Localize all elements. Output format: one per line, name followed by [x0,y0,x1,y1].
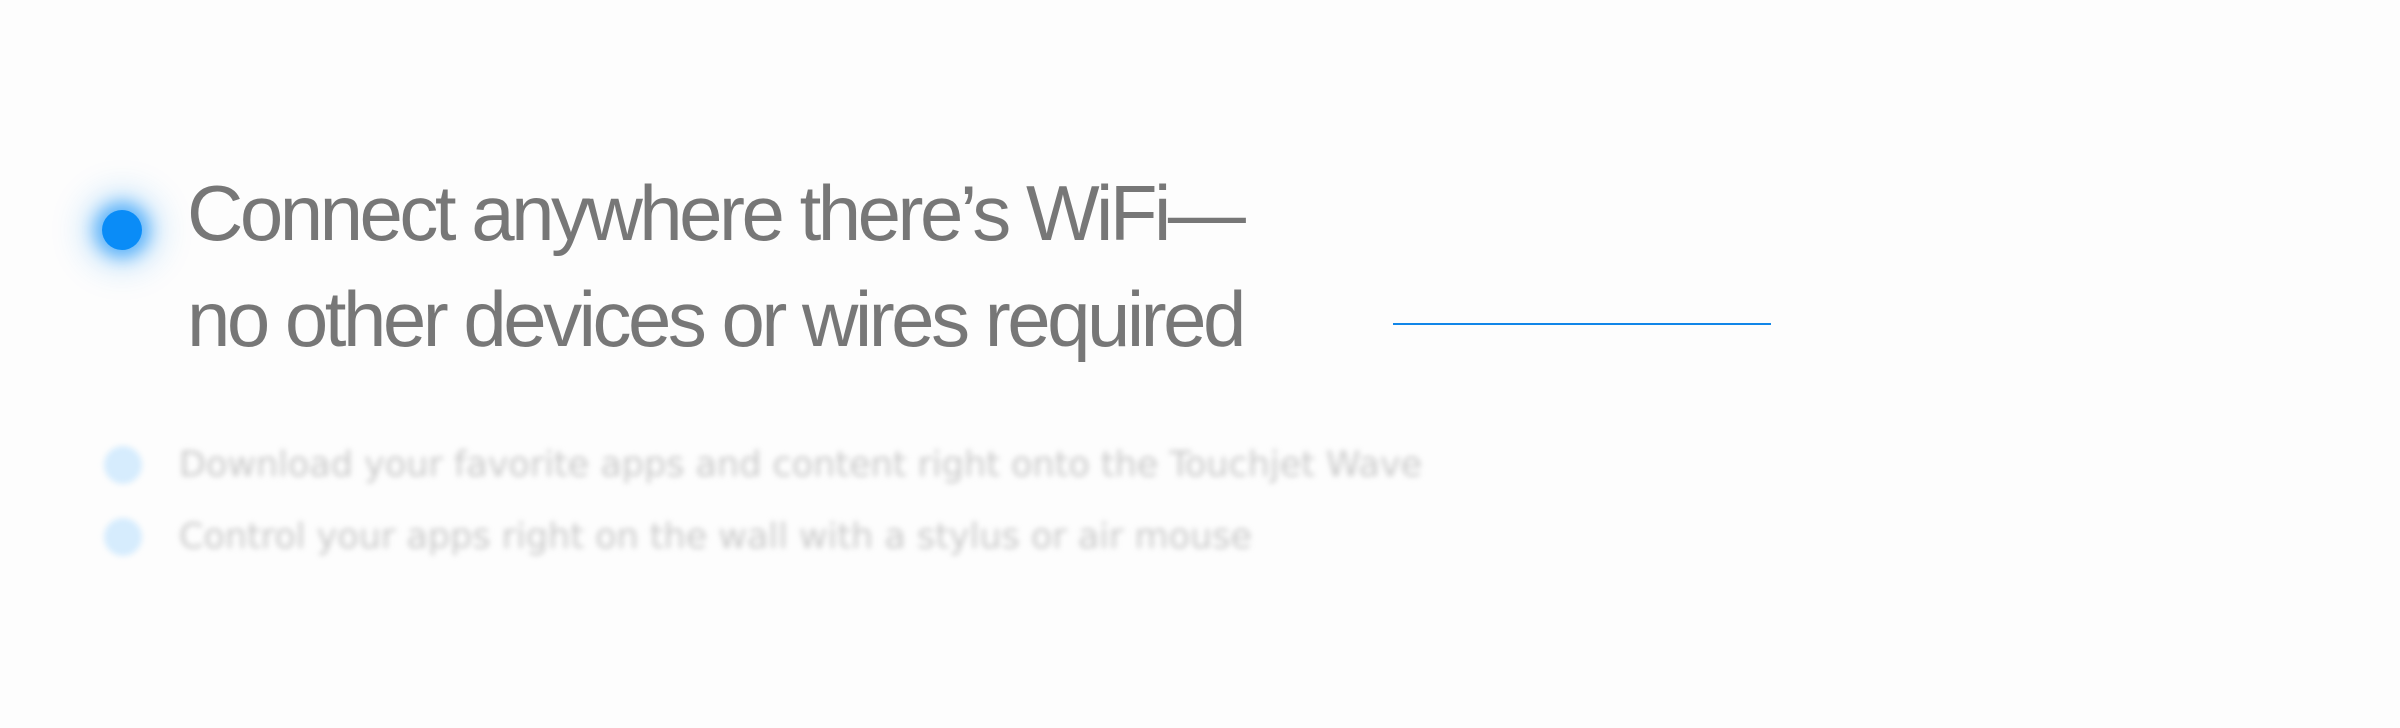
accent-divider-line [1393,323,1771,325]
feature-headline: Connect anywhere there’s WiFi— no other … [187,160,1246,372]
inactive-feature-label: Download your favorite apps and content … [179,445,1423,485]
feature-slide: Connect anywhere there’s WiFi— no other … [0,0,2400,728]
inactive-feature-list: Download your favorite apps and content … [102,440,1422,584]
inactive-feature-item[interactable]: Download your favorite apps and content … [102,440,1422,512]
glowing-dot-icon [102,210,142,250]
headline-line-2: no other devices or wires required [187,275,1246,363]
dot-icon [104,518,142,556]
headline-line-1: Connect anywhere there’s WiFi— [187,169,1246,257]
inactive-feature-item[interactable]: Control your apps right on the wall with… [102,512,1402,584]
dot-icon [104,446,142,484]
inactive-feature-label: Control your apps right on the wall with… [179,517,1252,557]
